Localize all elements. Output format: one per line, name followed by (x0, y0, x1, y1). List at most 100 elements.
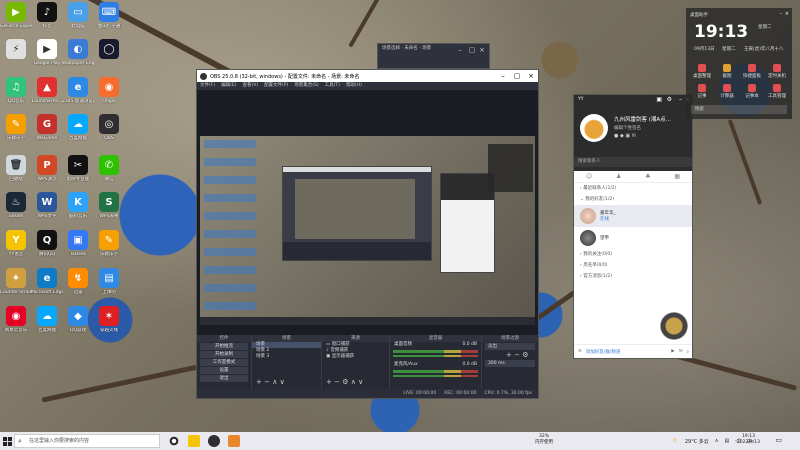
widget-minimize-icon[interactable]: – (780, 11, 783, 17)
desktop-icon[interactable]: e 2345 加速浏览器 (62, 77, 94, 104)
desktop-icon[interactable]: ▲ LauncherPa... (31, 77, 63, 104)
contact-item[interactable]: 望帝 (574, 227, 692, 249)
mail-icon[interactable]: ✉ (679, 349, 683, 354)
desktop-icon[interactable]: ▭ 此电脑 (62, 2, 94, 29)
desktop-icon[interactable]: ⚡ (0, 39, 32, 61)
menu-icon[interactable]: ≡ (578, 349, 582, 354)
weather-text[interactable]: 29°C 多云 (685, 438, 709, 445)
desktop-icon[interactable]: ☁ 百度网盘 (62, 114, 94, 141)
group-following[interactable]: › 我的关注(0/0) (574, 249, 692, 260)
volume-slider[interactable] (393, 375, 478, 377)
studio-mode-button[interactable]: 工作室模式 (200, 359, 248, 366)
skin-icon[interactable]: ▣ (656, 96, 662, 103)
transition-settings-icon[interactable]: ⚙ (522, 351, 528, 359)
remove-scene-icon[interactable]: − (264, 378, 272, 386)
desktop-icon[interactable]: ◉ Origin (93, 77, 125, 104)
obs-menu-item[interactable]: 查看(V) (242, 82, 258, 90)
desktop-icon[interactable]: ♫ QQ音乐 (0, 77, 32, 104)
start-recording-button[interactable]: 开始录制 (200, 351, 248, 358)
desktop-icon[interactable]: ▣ ToDesk (62, 230, 94, 257)
desktop-icon[interactable]: ♪ 抖音 (31, 2, 63, 29)
widget-tool[interactable]: 工具管理 (767, 84, 787, 99)
desktop-icon[interactable]: ▶ Google Play (31, 39, 63, 66)
search-input[interactable]: 搜索联系人 (574, 157, 692, 167)
minimize-icon[interactable]: – (496, 70, 510, 82)
desktop-icon[interactable]: ✶ 穿越火线 (93, 306, 125, 333)
obs-title-bar[interactable]: OBS 25.0.8 (32-bit, windows) - 配置文件: 未命名… (197, 70, 538, 82)
obs-menu-item[interactable]: 编辑(E) (221, 82, 236, 90)
tab-groups[interactable]: ♣ (645, 173, 650, 180)
desktop-icon[interactable]: ✂ 剪映专业版 (62, 155, 94, 182)
yy-contact-panel[interactable]: YY ▣ ⚙ – × 九州风雷剑客 (湘A点... 编辑个性签名 ● ◆ ▣ ✉… (573, 94, 693, 359)
avatar[interactable] (580, 114, 608, 142)
taskbar-app-icon[interactable] (228, 435, 240, 447)
add-scene-icon[interactable]: + (256, 378, 262, 386)
background-window[interactable]: 场景选择 · 未命名 · 场景 – ▢ × (377, 43, 490, 69)
maximize-icon[interactable]: ▢ (510, 70, 524, 82)
user-signature[interactable]: 编辑个性签名 (614, 125, 641, 131)
taskbar-obs-icon[interactable] (208, 435, 220, 447)
group-blacklist[interactable]: › 黑名单(0/0) (574, 260, 692, 271)
desktop-icon[interactable]: 🗑 回收站 (0, 155, 32, 182)
game-badge-icon[interactable] (660, 312, 688, 340)
obs-preview-area[interactable] (197, 90, 538, 335)
widget-tool[interactable]: 定时关机 (767, 64, 787, 79)
start-streaming-button[interactable]: 开始推流 (200, 343, 248, 350)
add-transition-icon[interactable]: + (506, 351, 512, 359)
weather-icon[interactable]: ⛅ (673, 438, 679, 444)
search-icon[interactable]: ⌕ (686, 349, 692, 355)
move-up-icon[interactable]: ∧ (272, 378, 277, 386)
desktop-icon[interactable]: ◉ 网易云音乐 (0, 306, 32, 333)
settings-button[interactable]: 设置 (200, 367, 248, 374)
group-recent[interactable]: › 最近联系人(1/2) (574, 183, 692, 194)
desktop-icon[interactable]: ⌨ 金山打字通 (93, 2, 125, 29)
desktop-icon[interactable]: Y YY语音 (0, 230, 32, 257)
obs-window[interactable]: OBS 25.0.8 (32-bit, windows) - 配置文件: 未命名… (196, 69, 539, 399)
widget-tool[interactable]: 记事本 (742, 84, 762, 99)
contact-item[interactable]: 嘉年华_ 在线 (574, 205, 692, 227)
desktop-icon[interactable]: ✎ 乐教乐学 (93, 230, 125, 257)
clock-widget[interactable]: 桌面助手 – × 19:13 星期二 09月13日 星期二 壬寅(虎)年八月十八… (686, 8, 792, 119)
taskbar-explorer-icon[interactable] (188, 435, 200, 447)
desktop-icon[interactable]: ◐ Wallpaper Engine (62, 39, 94, 66)
status-icons[interactable]: ● ◆ ▣ ✉ (614, 133, 636, 139)
widget-search-input[interactable]: 搜索 (691, 105, 787, 114)
scene-item[interactable]: 场景 3 (252, 354, 321, 360)
tab-contacts[interactable]: ♟ (616, 173, 621, 180)
tab-channels[interactable]: ▦ (674, 173, 680, 180)
remove-source-icon[interactable]: − (334, 378, 342, 386)
tab-messages[interactable]: ☺ (586, 173, 592, 180)
widget-tool[interactable]: 截图 (717, 64, 737, 79)
minimize-icon[interactable]: – (679, 96, 682, 103)
volume-slider[interactable] (393, 355, 478, 357)
taskbar-search-input[interactable]: ⌕ 在这里输入你要搜索的内容 (14, 434, 160, 448)
close-icon[interactable]: × (524, 70, 538, 82)
transition-duration[interactable]: 300 ms (485, 360, 535, 367)
desktop-icon[interactable]: ◆ QQ游戏 (62, 306, 94, 333)
desktop-icon[interactable]: P WPS演示 (31, 155, 63, 182)
tray-expand-icon[interactable]: ∧ (715, 438, 719, 444)
notification-icon[interactable]: ▭ (775, 436, 782, 444)
desktop-icon[interactable]: ▤ 上课吧 (93, 268, 125, 295)
video-icon[interactable]: ▶ (671, 349, 674, 354)
close-icon[interactable]: × (475, 44, 489, 56)
taskbar-clock[interactable]: 19:13 2022/9/13 (737, 434, 760, 446)
transition-select[interactable]: 淡出 (485, 343, 535, 350)
desktop-icon[interactable]: ▶ GeForce Experience (0, 2, 32, 29)
desktop-icon[interactable]: Q 腾讯QQ (31, 230, 63, 257)
group-friends[interactable]: ⌄ 我的好友(1/2) (574, 194, 692, 205)
desktop-icon[interactable]: ◯ (93, 39, 125, 61)
desktop-icon[interactable]: ♨ Steam (0, 192, 32, 219)
network-icon[interactable]: ▤ (724, 438, 729, 444)
source-item[interactable]: ▣ 显示器捕获 (322, 354, 389, 360)
desktop-icon[interactable]: ◎ OBS (93, 114, 125, 141)
desktop-icon[interactable]: ☁ 百度网盘 (31, 306, 63, 333)
widget-tool[interactable]: 快捷面板 (742, 64, 762, 79)
move-down-icon[interactable]: ∨ (358, 378, 363, 386)
remove-transition-icon[interactable]: − (514, 351, 522, 359)
obs-menu-item[interactable]: 帮助(H) (346, 82, 362, 90)
desktop-icon[interactable]: ↯ 迅雷 (62, 268, 94, 295)
task-view-icon[interactable] (168, 435, 180, 447)
obs-menu-item[interactable]: 文件(F) (200, 82, 215, 90)
exit-button[interactable]: 退出 (200, 375, 248, 382)
